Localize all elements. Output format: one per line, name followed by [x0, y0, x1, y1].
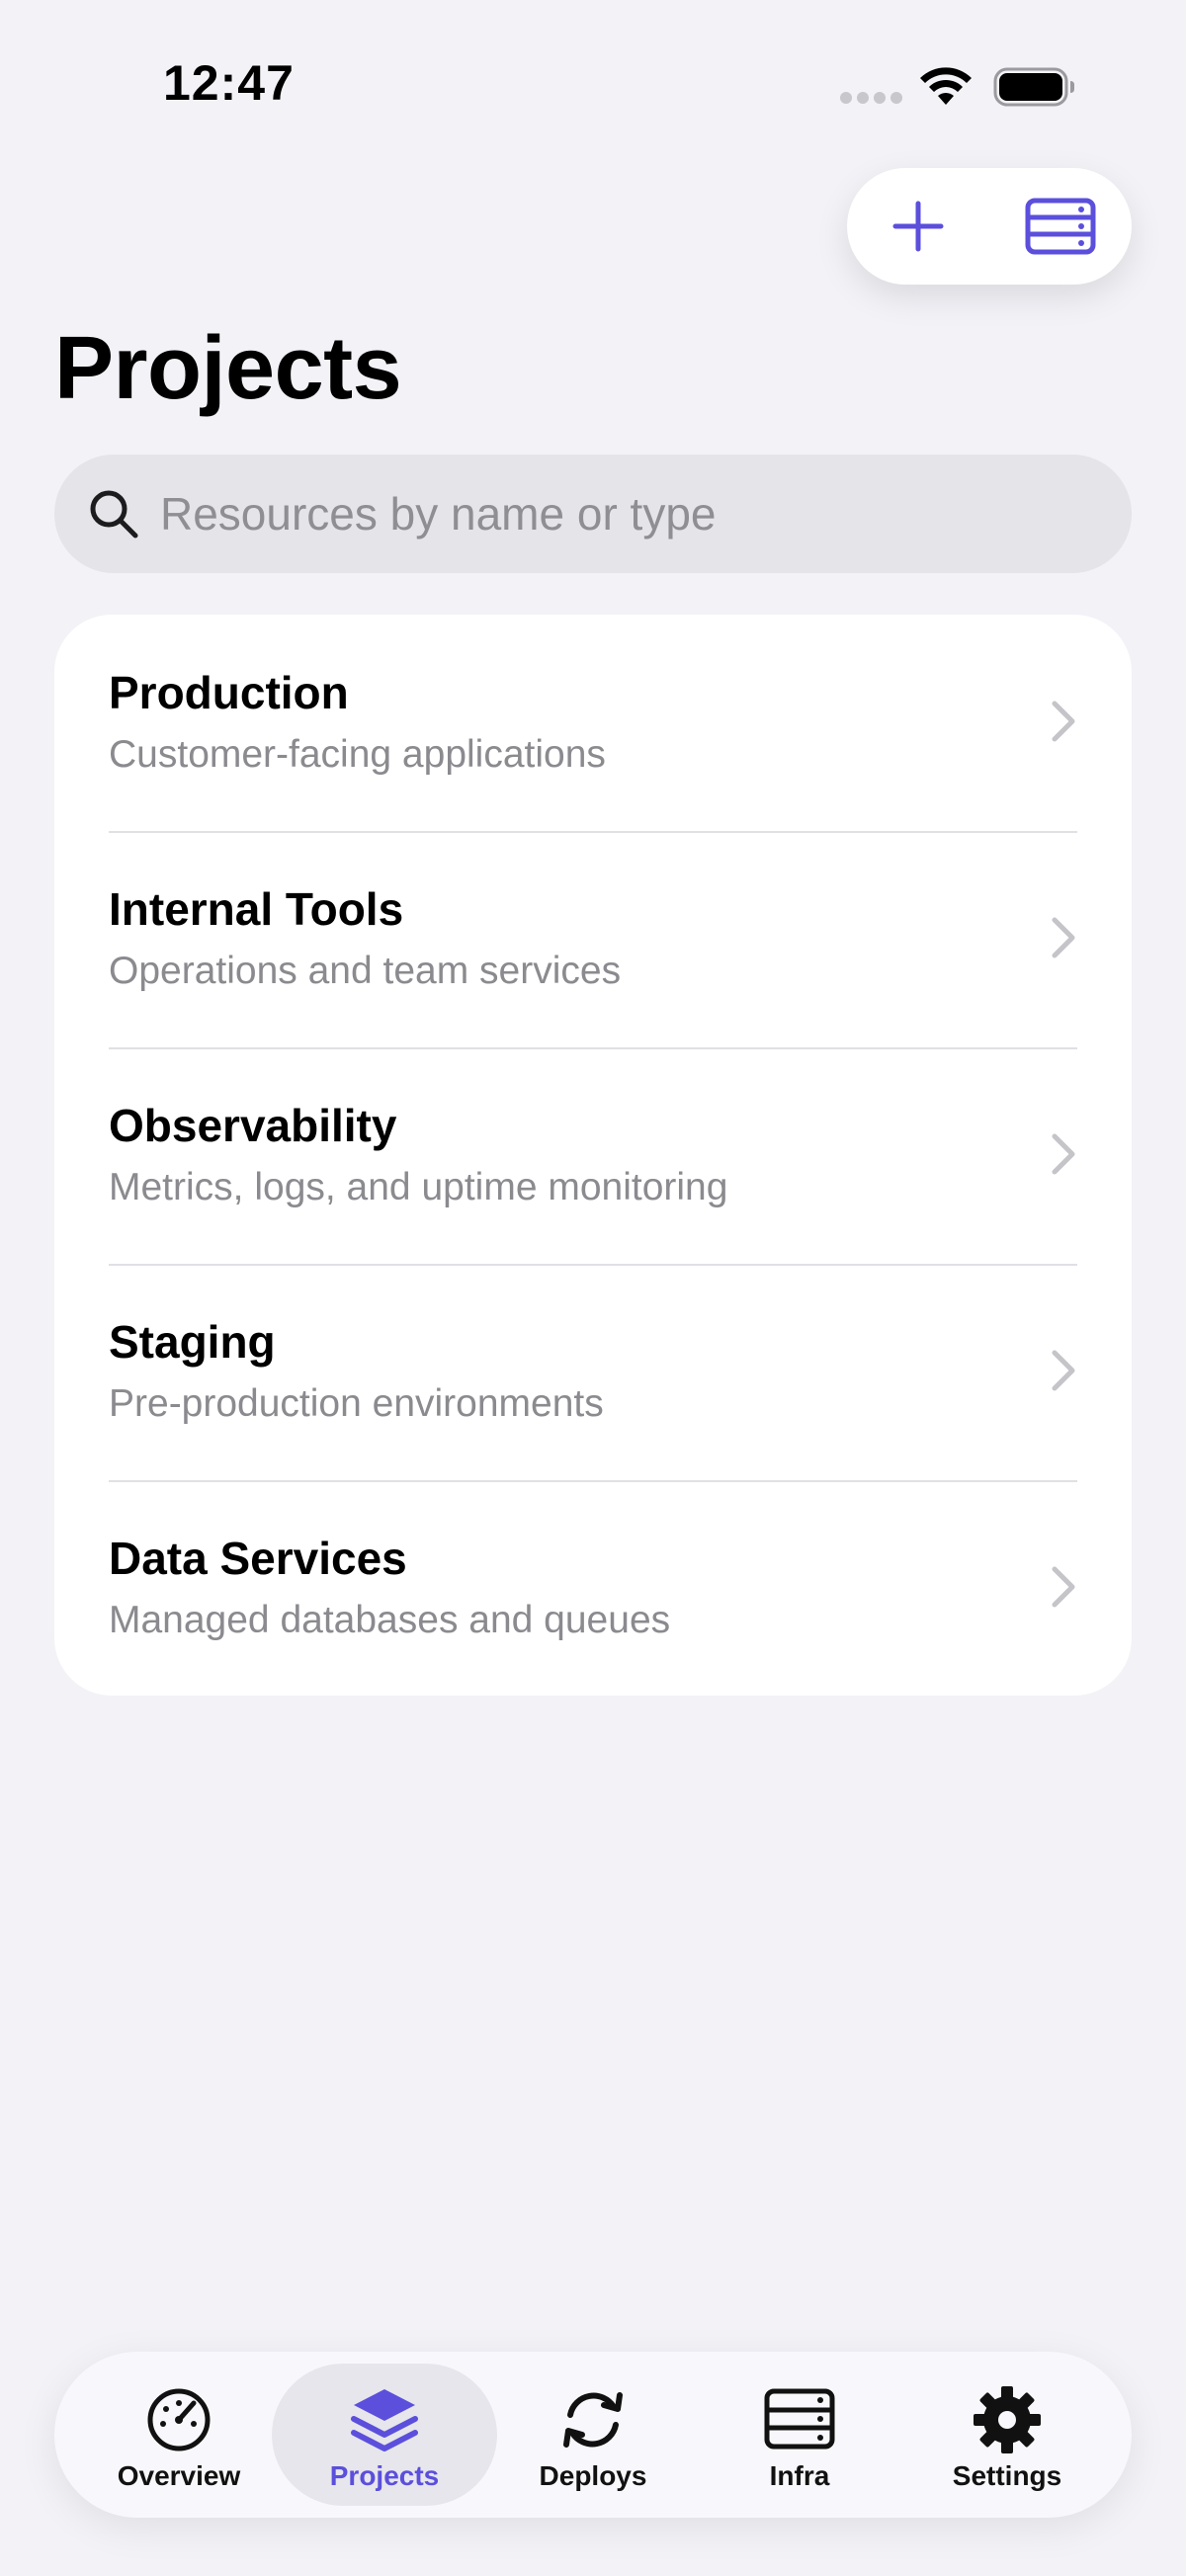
- project-row-data-services[interactable]: Data Services Managed databases and queu…: [54, 1480, 1132, 1696]
- status-bar: 12:47: [0, 0, 1186, 173]
- project-title: Internal Tools: [109, 883, 404, 935]
- page-title: Projects: [54, 319, 402, 418]
- server-icon: [1025, 198, 1096, 255]
- tab-label: Settings: [952, 2460, 1062, 2491]
- project-title: Staging: [109, 1316, 276, 1368]
- plus-icon: [892, 201, 944, 252]
- tab-bar: Overview Projects Deploys Infra Settings: [54, 2352, 1132, 2518]
- tab-overview[interactable]: Overview: [66, 2364, 292, 2506]
- gear-icon: [974, 2386, 1041, 2453]
- infrastructure-button[interactable]: [989, 168, 1132, 285]
- tab-label: Deploys: [539, 2460, 647, 2491]
- tab-projects[interactable]: Projects: [272, 2364, 497, 2506]
- project-row-observability[interactable]: Observability Metrics, logs, and uptime …: [54, 1047, 1132, 1264]
- project-subtitle: Operations and team services: [109, 950, 622, 992]
- chevron-right-icon: [1052, 1350, 1075, 1391]
- project-subtitle: Pre-production environments: [109, 1382, 604, 1425]
- status-time: 12:47: [163, 55, 295, 111]
- project-row-staging[interactable]: Staging Pre-production environments: [54, 1264, 1132, 1480]
- projects-list: Production Customer-facing applications …: [54, 615, 1132, 1696]
- search-icon: [90, 490, 138, 539]
- chevron-right-icon: [1052, 1566, 1075, 1608]
- project-subtitle: Customer-facing applications: [109, 733, 606, 776]
- tab-deploys[interactable]: Deploys: [480, 2364, 706, 2506]
- project-title: Data Services: [109, 1533, 407, 1584]
- battery-icon: [993, 67, 1074, 107]
- tab-label: Projects: [329, 2460, 440, 2491]
- tab-infra[interactable]: Infra: [687, 2364, 912, 2506]
- chevron-right-icon: [1052, 917, 1075, 958]
- tab-settings[interactable]: Settings: [894, 2364, 1120, 2506]
- chevron-right-icon: [1052, 701, 1075, 742]
- wifi-icon: [920, 67, 972, 105]
- chevron-right-icon: [1052, 1133, 1075, 1175]
- tab-label: Overview: [117, 2460, 241, 2491]
- project-subtitle: Metrics, logs, and uptime monitoring: [109, 1166, 728, 1208]
- project-subtitle: Managed databases and queues: [109, 1599, 671, 1641]
- project-row-production[interactable]: Production Customer-facing applications: [54, 615, 1132, 831]
- header-actions: [847, 168, 1132, 285]
- search-bar[interactable]: [54, 455, 1132, 573]
- project-title: Observability: [109, 1100, 397, 1151]
- server-icon: [764, 2388, 835, 2450]
- gauge-icon: [147, 2388, 211, 2451]
- add-project-button[interactable]: [847, 168, 989, 285]
- refresh-icon: [563, 2392, 623, 2448]
- search-input[interactable]: [160, 455, 1099, 573]
- project-title: Production: [109, 667, 349, 718]
- cellular-signal-icon: [840, 92, 902, 104]
- tab-label: Infra: [769, 2460, 830, 2491]
- stack-icon: [351, 2389, 418, 2451]
- project-row-internal-tools[interactable]: Internal Tools Operations and team servi…: [54, 831, 1132, 1047]
